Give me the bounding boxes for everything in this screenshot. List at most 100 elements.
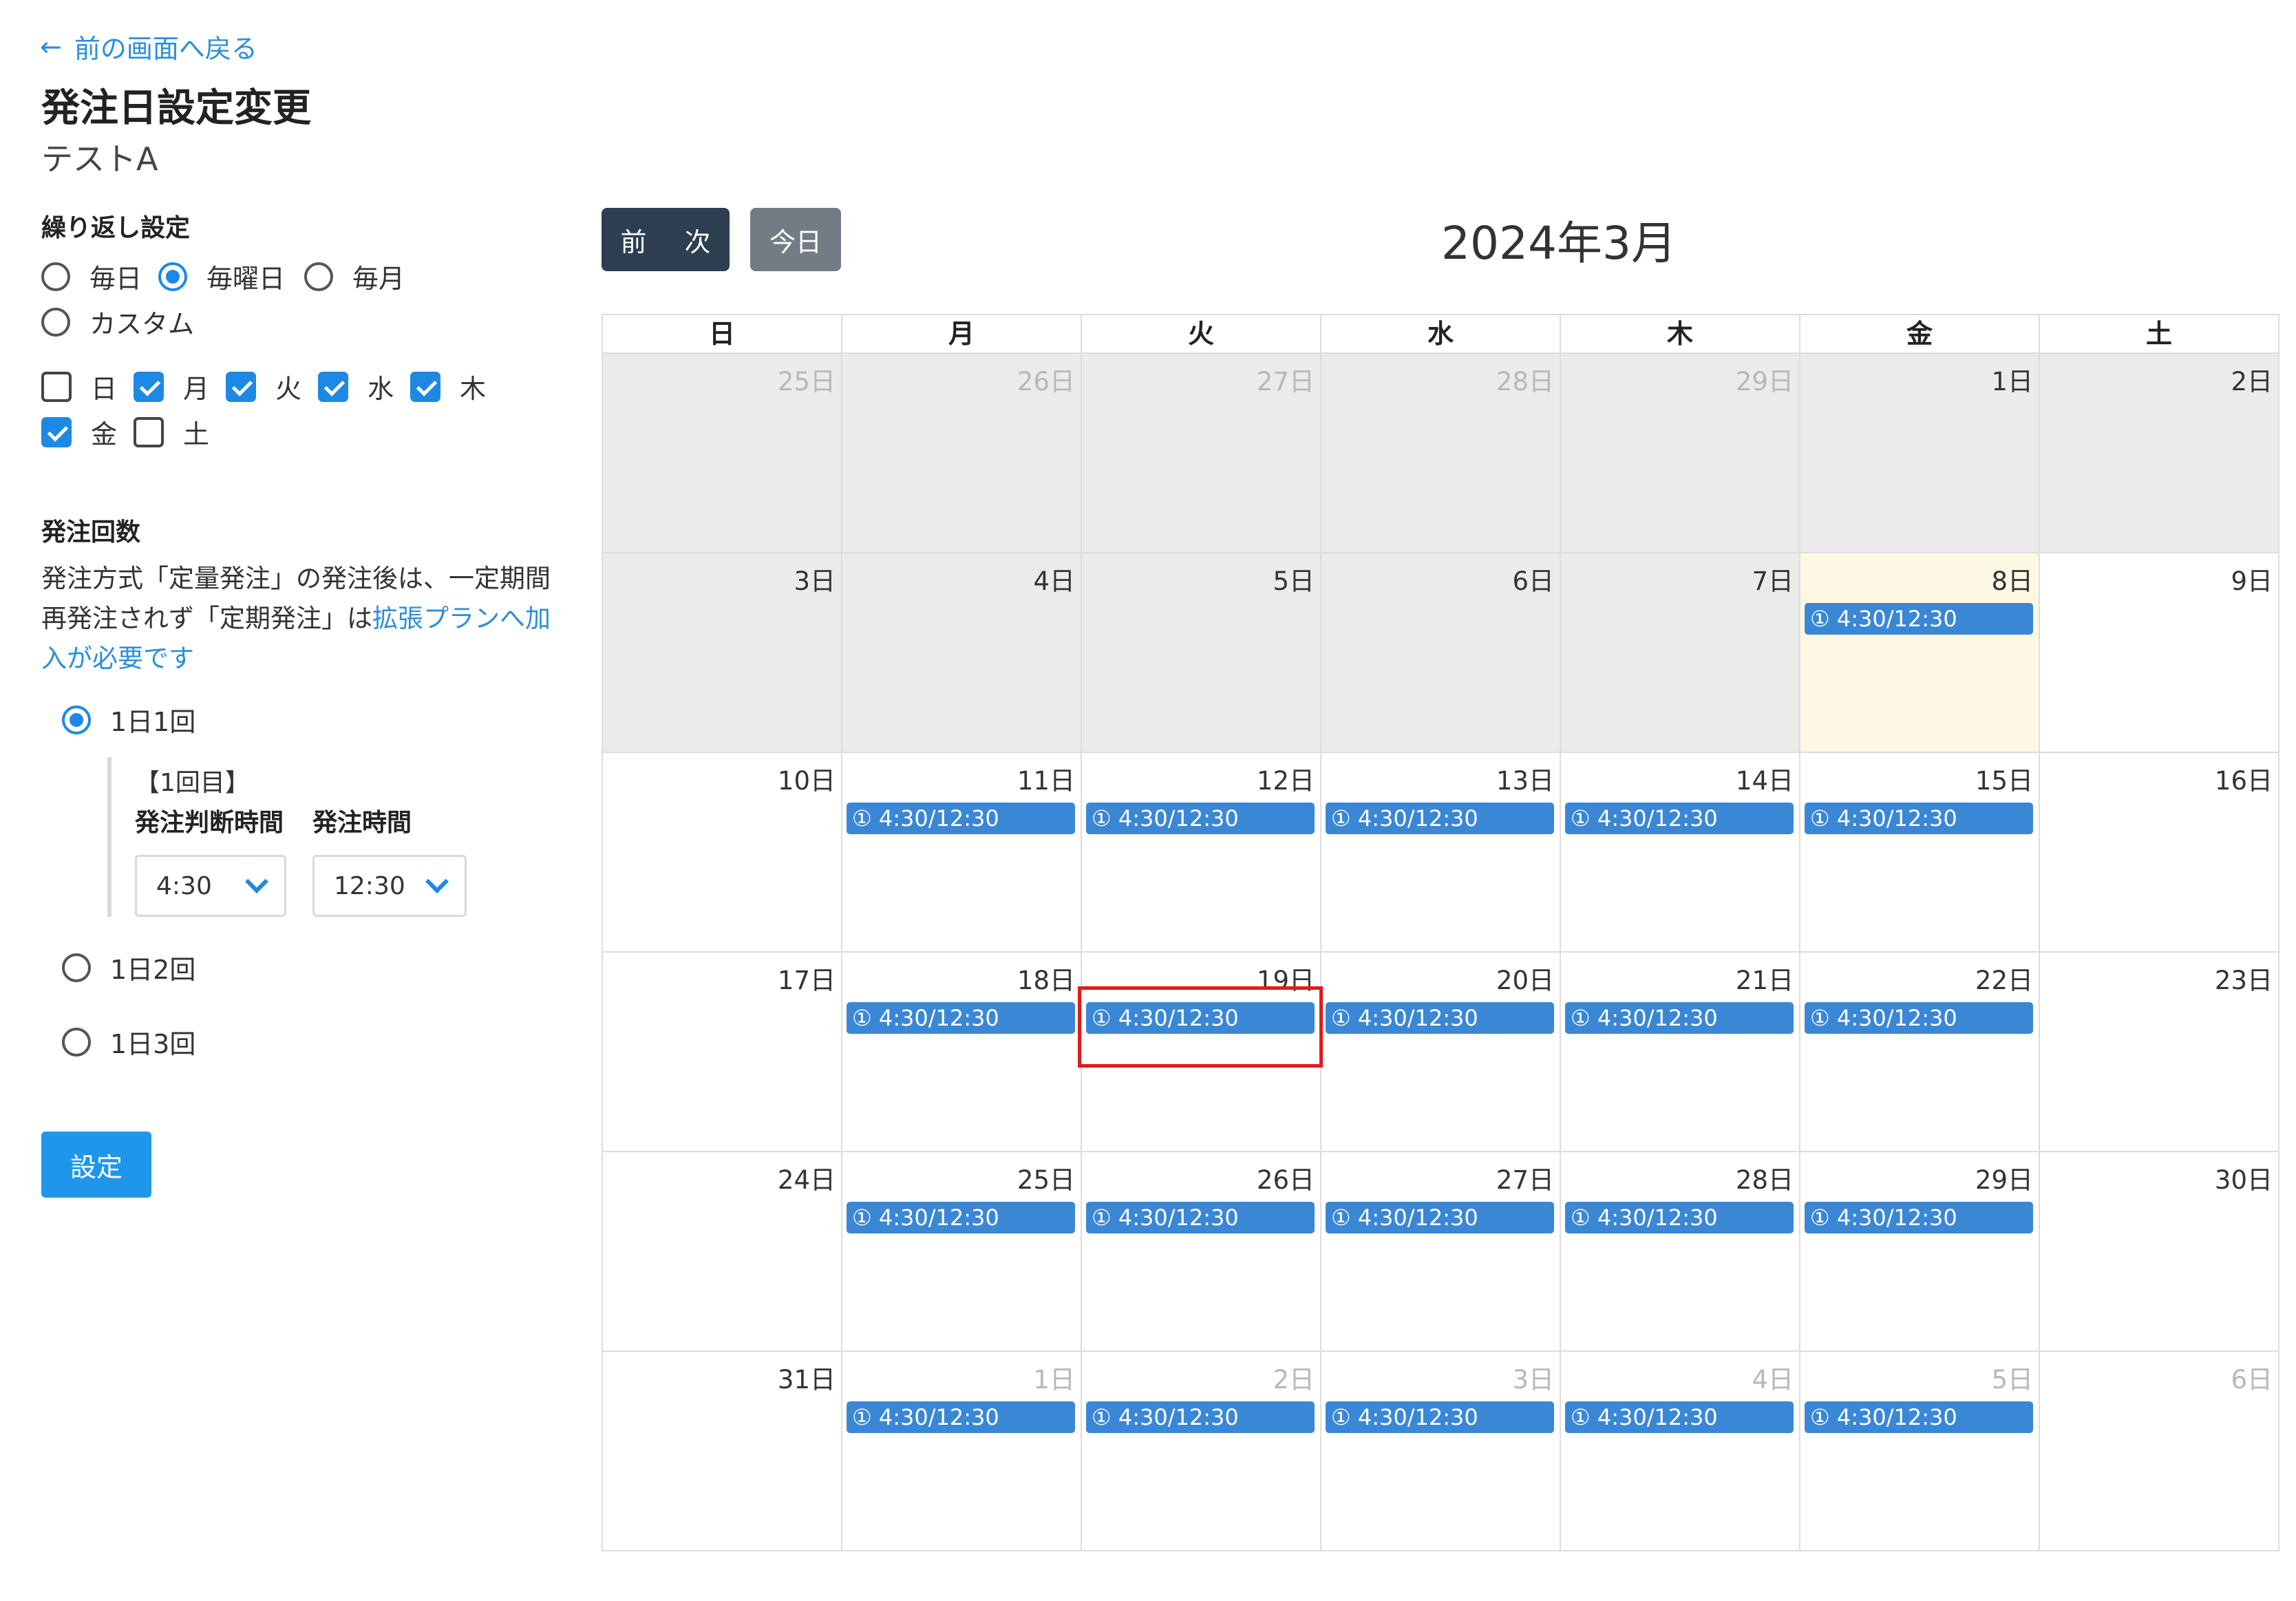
calendar-day-cell[interactable]: 21日 ① 4:30/12:30 (1561, 953, 1800, 1152)
checkbox-saturday-control[interactable] (134, 416, 164, 447)
order-event[interactable]: ① 4:30/12:30 (1805, 803, 2033, 834)
order-event[interactable]: ① 4:30/12:30 (1326, 1002, 1554, 1034)
calendar-day-cell[interactable]: 17日 (602, 953, 842, 1152)
order-event[interactable]: ① 4:30/12:30 (1326, 803, 1554, 834)
calendar-day-cell[interactable]: 3日 (602, 553, 842, 753)
calendar-day-cell[interactable]: 3日 ① 4:30/12:30 (1321, 1352, 1561, 1551)
order-event[interactable]: ① 4:30/12:30 (1805, 1202, 2033, 1233)
today-button[interactable]: 今日 (750, 208, 841, 271)
day-number: 21日 (1735, 966, 1794, 995)
order-event[interactable]: ① 4:30/12:30 (1326, 1202, 1554, 1233)
calendar-day-cell[interactable]: 2日 (2040, 354, 2279, 553)
order-event[interactable]: ① 4:30/12:30 (1805, 1401, 2033, 1433)
calendar-day-cell[interactable]: 27日 (1082, 354, 1321, 553)
next-button[interactable]: 次 (666, 221, 730, 259)
order-event[interactable]: ① 4:30/12:30 (1326, 1401, 1554, 1433)
checkbox-sunday[interactable]: 日 (41, 368, 117, 405)
calendar-day-cell[interactable]: 27日 ① 4:30/12:30 (1321, 1152, 1561, 1352)
calendar-day-cell[interactable]: 5日 (1082, 553, 1321, 753)
prev-button[interactable]: 前 (602, 221, 666, 259)
order-event[interactable]: ① 4:30/12:30 (1565, 1401, 1794, 1433)
calendar-day-cell[interactable]: 22日 ① 4:30/12:30 (1800, 953, 2040, 1152)
calendar-day-cell[interactable]: 14日 ① 4:30/12:30 (1561, 753, 1800, 953)
radio-three-times-a-day[interactable]: 1日3回 (62, 1023, 195, 1061)
calendar-day-cell[interactable]: 8日 ① 4:30/12:30 (1800, 553, 2040, 753)
order-time-select[interactable]: 12:30 (312, 855, 467, 917)
radio-three-times-a-day-control[interactable] (62, 1027, 91, 1057)
order-event[interactable]: ① 4:30/12:30 (1086, 803, 1315, 834)
day-number: 31日 (777, 1365, 836, 1395)
calendar-day-cell[interactable]: 29日 (1561, 354, 1800, 553)
calendar-day-cell[interactable]: 12日 ① 4:30/12:30 (1082, 753, 1321, 953)
checkbox-thursday[interactable]: 木 (410, 368, 486, 405)
checkbox-monday-control[interactable] (134, 371, 164, 402)
calendar-day-cell[interactable]: 25日 (602, 354, 842, 553)
calendar-day-cell[interactable]: 25日 ① 4:30/12:30 (842, 1152, 1082, 1352)
checkbox-friday-control[interactable] (41, 416, 72, 447)
calendar-day-cell[interactable]: 4日 (842, 553, 1082, 753)
back-link[interactable]: ← 前の画面へ戻る (40, 28, 257, 65)
checkbox-sunday-control[interactable] (41, 371, 72, 402)
calendar-day-cell[interactable]: 19日 ① 4:30/12:30 (1082, 953, 1321, 1152)
checkbox-monday[interactable]: 月 (134, 368, 209, 405)
order-event[interactable]: ① 4:30/12:30 (1565, 1002, 1794, 1034)
calendar-day-cell[interactable]: 31日 (602, 1352, 842, 1551)
checkbox-tuesday-control[interactable] (226, 371, 256, 402)
calendar-day-cell[interactable]: 24日 (602, 1152, 842, 1352)
calendar-day-cell[interactable]: 2日 ① 4:30/12:30 (1082, 1352, 1321, 1551)
calendar-day-cell[interactable]: 15日 ① 4:30/12:30 (1800, 753, 2040, 953)
order-event[interactable]: ① 4:30/12:30 (1805, 1002, 2033, 1034)
calendar-day-cell[interactable]: 16日 (2040, 753, 2279, 953)
calendar-day-cell[interactable]: 11日 ① 4:30/12:30 (842, 753, 1082, 953)
set-button[interactable]: 設定 (41, 1132, 151, 1198)
calendar-day-cell[interactable]: 10日 (602, 753, 842, 953)
radio-weekly-control[interactable] (158, 262, 187, 291)
checkbox-thursday-control[interactable] (410, 371, 440, 402)
radio-twice-a-day-control[interactable] (62, 953, 91, 982)
radio-custom-control[interactable] (41, 307, 70, 337)
calendar-day-cell[interactable]: 9日 (2040, 553, 2279, 753)
calendar-day-cell[interactable]: 28日 (1321, 354, 1561, 553)
order-event[interactable]: ① 4:30/12:30 (847, 803, 1075, 834)
calendar-day-cell[interactable]: 1日 (1800, 354, 2040, 553)
calendar-day-cell[interactable]: 13日 ① 4:30/12:30 (1321, 753, 1561, 953)
checkbox-saturday[interactable]: 土 (134, 413, 209, 451)
order-event[interactable]: ① 4:30/12:30 (847, 1401, 1075, 1433)
calendar-day-cell[interactable]: 7日 (1561, 553, 1800, 753)
radio-daily-control[interactable] (41, 262, 70, 291)
radio-monthly-control[interactable] (304, 262, 333, 291)
calendar-day-cell[interactable]: 26日 ① 4:30/12:30 (1082, 1152, 1321, 1352)
radio-twice-a-day[interactable]: 1日2回 (62, 948, 195, 986)
order-event[interactable]: ① 4:30/12:30 (1086, 1002, 1315, 1034)
calendar-day-cell[interactable]: 6日 (1321, 553, 1561, 753)
calendar-day-cell[interactable]: 29日 ① 4:30/12:30 (1800, 1152, 2040, 1352)
checkbox-friday[interactable]: 金 (41, 413, 117, 451)
order-event[interactable]: ① 4:30/12:30 (847, 1202, 1075, 1233)
calendar-day-cell[interactable]: 1日 ① 4:30/12:30 (842, 1352, 1082, 1551)
radio-custom[interactable]: カスタム (41, 303, 194, 341)
calendar-day-cell[interactable]: 5日 ① 4:30/12:30 (1800, 1352, 2040, 1551)
calendar-day-cell[interactable]: 6日 (2040, 1352, 2279, 1551)
calendar-day-cell[interactable]: 20日 ① 4:30/12:30 (1321, 953, 1561, 1152)
radio-weekly[interactable]: 毎曜日 (158, 257, 285, 295)
order-event[interactable]: ① 4:30/12:30 (847, 1002, 1075, 1034)
order-event[interactable]: ① 4:30/12:30 (1086, 1401, 1315, 1433)
radio-daily[interactable]: 毎日 (41, 257, 142, 295)
judge-time-select[interactable]: 4:30 (135, 855, 286, 917)
calendar-day-cell[interactable]: 30日 (2040, 1152, 2279, 1352)
calendar-day-cell[interactable]: 4日 ① 4:30/12:30 (1561, 1352, 1800, 1551)
calendar-day-cell[interactable]: 23日 (2040, 953, 2279, 1152)
radio-monthly[interactable]: 毎月 (304, 257, 405, 295)
checkbox-wednesday-control[interactable] (318, 371, 348, 402)
checkbox-tuesday[interactable]: 火 (226, 368, 301, 405)
order-event[interactable]: ① 4:30/12:30 (1086, 1202, 1315, 1233)
calendar-day-cell[interactable]: 18日 ① 4:30/12:30 (842, 953, 1082, 1152)
calendar-day-cell[interactable]: 28日 ① 4:30/12:30 (1561, 1152, 1800, 1352)
order-event[interactable]: ① 4:30/12:30 (1565, 803, 1794, 834)
radio-once-a-day-control[interactable] (62, 705, 91, 734)
order-event[interactable]: ① 4:30/12:30 (1565, 1202, 1794, 1233)
checkbox-wednesday[interactable]: 水 (318, 368, 394, 405)
calendar-day-cell[interactable]: 26日 (842, 354, 1082, 553)
radio-once-a-day[interactable]: 1日1回 (62, 701, 195, 739)
order-event[interactable]: ① 4:30/12:30 (1805, 603, 2033, 635)
